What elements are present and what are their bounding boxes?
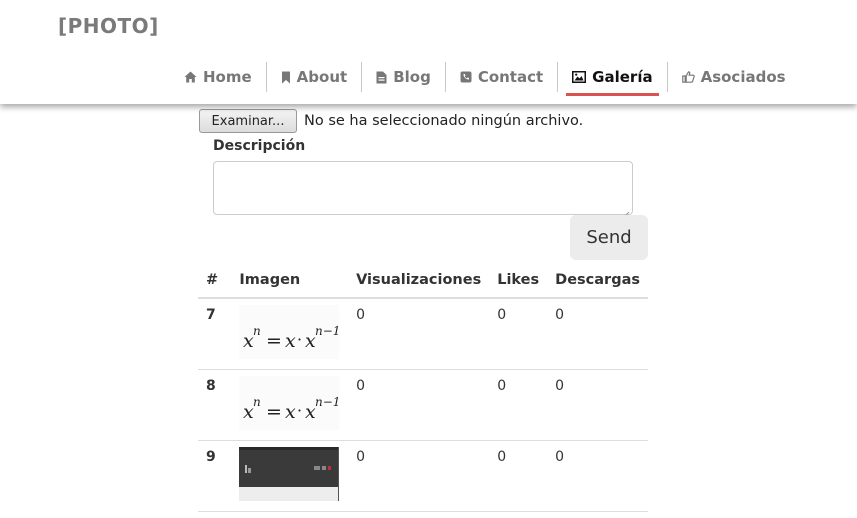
formula-thumbnail[interactable]: x n = x · x n−1 — [239, 376, 340, 430]
site-logo[interactable]: [PHOTO] — [58, 14, 159, 38]
svg-text:x: x — [285, 401, 296, 423]
column-header-downloads: Descargas — [547, 262, 648, 299]
svg-text:x: x — [285, 330, 296, 352]
nav-item-home[interactable]: Home — [170, 62, 266, 92]
row-likes: 0 — [489, 440, 548, 512]
nav-item-asociados[interactable]: Asociados — [666, 62, 800, 92]
phone-icon — [460, 71, 472, 83]
column-header-likes: Likes — [489, 262, 548, 299]
document-icon — [376, 71, 387, 84]
svg-text:=: = — [266, 401, 282, 423]
svg-text:n−1: n−1 — [315, 324, 339, 338]
image-icon — [572, 71, 587, 83]
svg-text:·: · — [297, 330, 302, 349]
description-label: Descripción — [213, 138, 306, 154]
row-image-cell: x n = x · x n−1 — [231, 369, 349, 441]
svg-text:·: · — [297, 401, 302, 420]
row-views: 0 — [348, 298, 490, 370]
row-views: 0 — [348, 440, 490, 512]
svg-text:=: = — [266, 330, 282, 352]
row-id: 7 — [198, 298, 232, 370]
file-status-text: No se ha seleccionado ningún archivo. — [304, 113, 584, 129]
table-row: 9 0 0 0 — [198, 440, 648, 512]
row-image-cell: x n = x · x n−1 — [231, 298, 349, 370]
main-nav: Home About Blog Contact Galería Asociado… — [170, 62, 800, 96]
column-header-id: # — [198, 262, 232, 299]
gallery-table: # Imagen Visualizaciones Likes Descargas… — [198, 262, 648, 512]
row-id: 9 — [198, 440, 232, 512]
table-row: 8 x n = x · x n−1 0 0 0 — [198, 369, 648, 441]
svg-text:n: n — [253, 395, 261, 409]
formula-thumbnail[interactable]: x n = x · x n−1 — [239, 305, 340, 359]
svg-text:n: n — [253, 324, 261, 338]
row-id: 8 — [198, 369, 232, 441]
bookmark-icon — [281, 71, 291, 84]
nav-label-home: Home — [203, 68, 252, 86]
row-image-cell — [231, 440, 349, 512]
nav-label-asociados: Asociados — [700, 68, 786, 86]
nav-label-blog: Blog — [393, 68, 431, 86]
send-button[interactable]: Send — [570, 215, 648, 260]
table-row: 7 x n = x · x n−1 0 0 0 — [198, 298, 648, 370]
nav-item-galeria[interactable]: Galería — [557, 62, 666, 96]
row-likes: 0 — [489, 298, 548, 370]
resize-grip-icon[interactable] — [622, 204, 630, 219]
nav-item-blog[interactable]: Blog — [361, 62, 445, 92]
row-likes: 0 — [489, 369, 548, 441]
site-header: [PHOTO] Home About Blog Contact Galería … — [0, 0, 857, 104]
nav-label-contact: Contact — [477, 68, 544, 86]
browse-button[interactable]: Examinar... — [199, 109, 297, 133]
screenshot-thumbnail[interactable] — [239, 447, 340, 501]
svg-text:n−1: n−1 — [315, 395, 339, 409]
column-header-image: Imagen — [231, 262, 349, 299]
column-header-views: Visualizaciones — [348, 262, 490, 299]
nav-label-about: About — [296, 68, 348, 86]
nav-item-contact[interactable]: Contact — [444, 62, 557, 92]
row-views: 0 — [348, 369, 490, 441]
row-downloads: 0 — [547, 369, 648, 441]
row-downloads: 0 — [547, 440, 648, 512]
table-header-row: # Imagen Visualizaciones Likes Descargas — [198, 262, 648, 299]
home-icon — [184, 71, 197, 83]
description-textarea[interactable] — [213, 161, 633, 219]
nav-label-galeria: Galería — [592, 68, 653, 86]
row-downloads: 0 — [547, 298, 648, 370]
nav-item-about[interactable]: About — [265, 62, 362, 92]
thumbs-up-icon — [681, 71, 695, 83]
